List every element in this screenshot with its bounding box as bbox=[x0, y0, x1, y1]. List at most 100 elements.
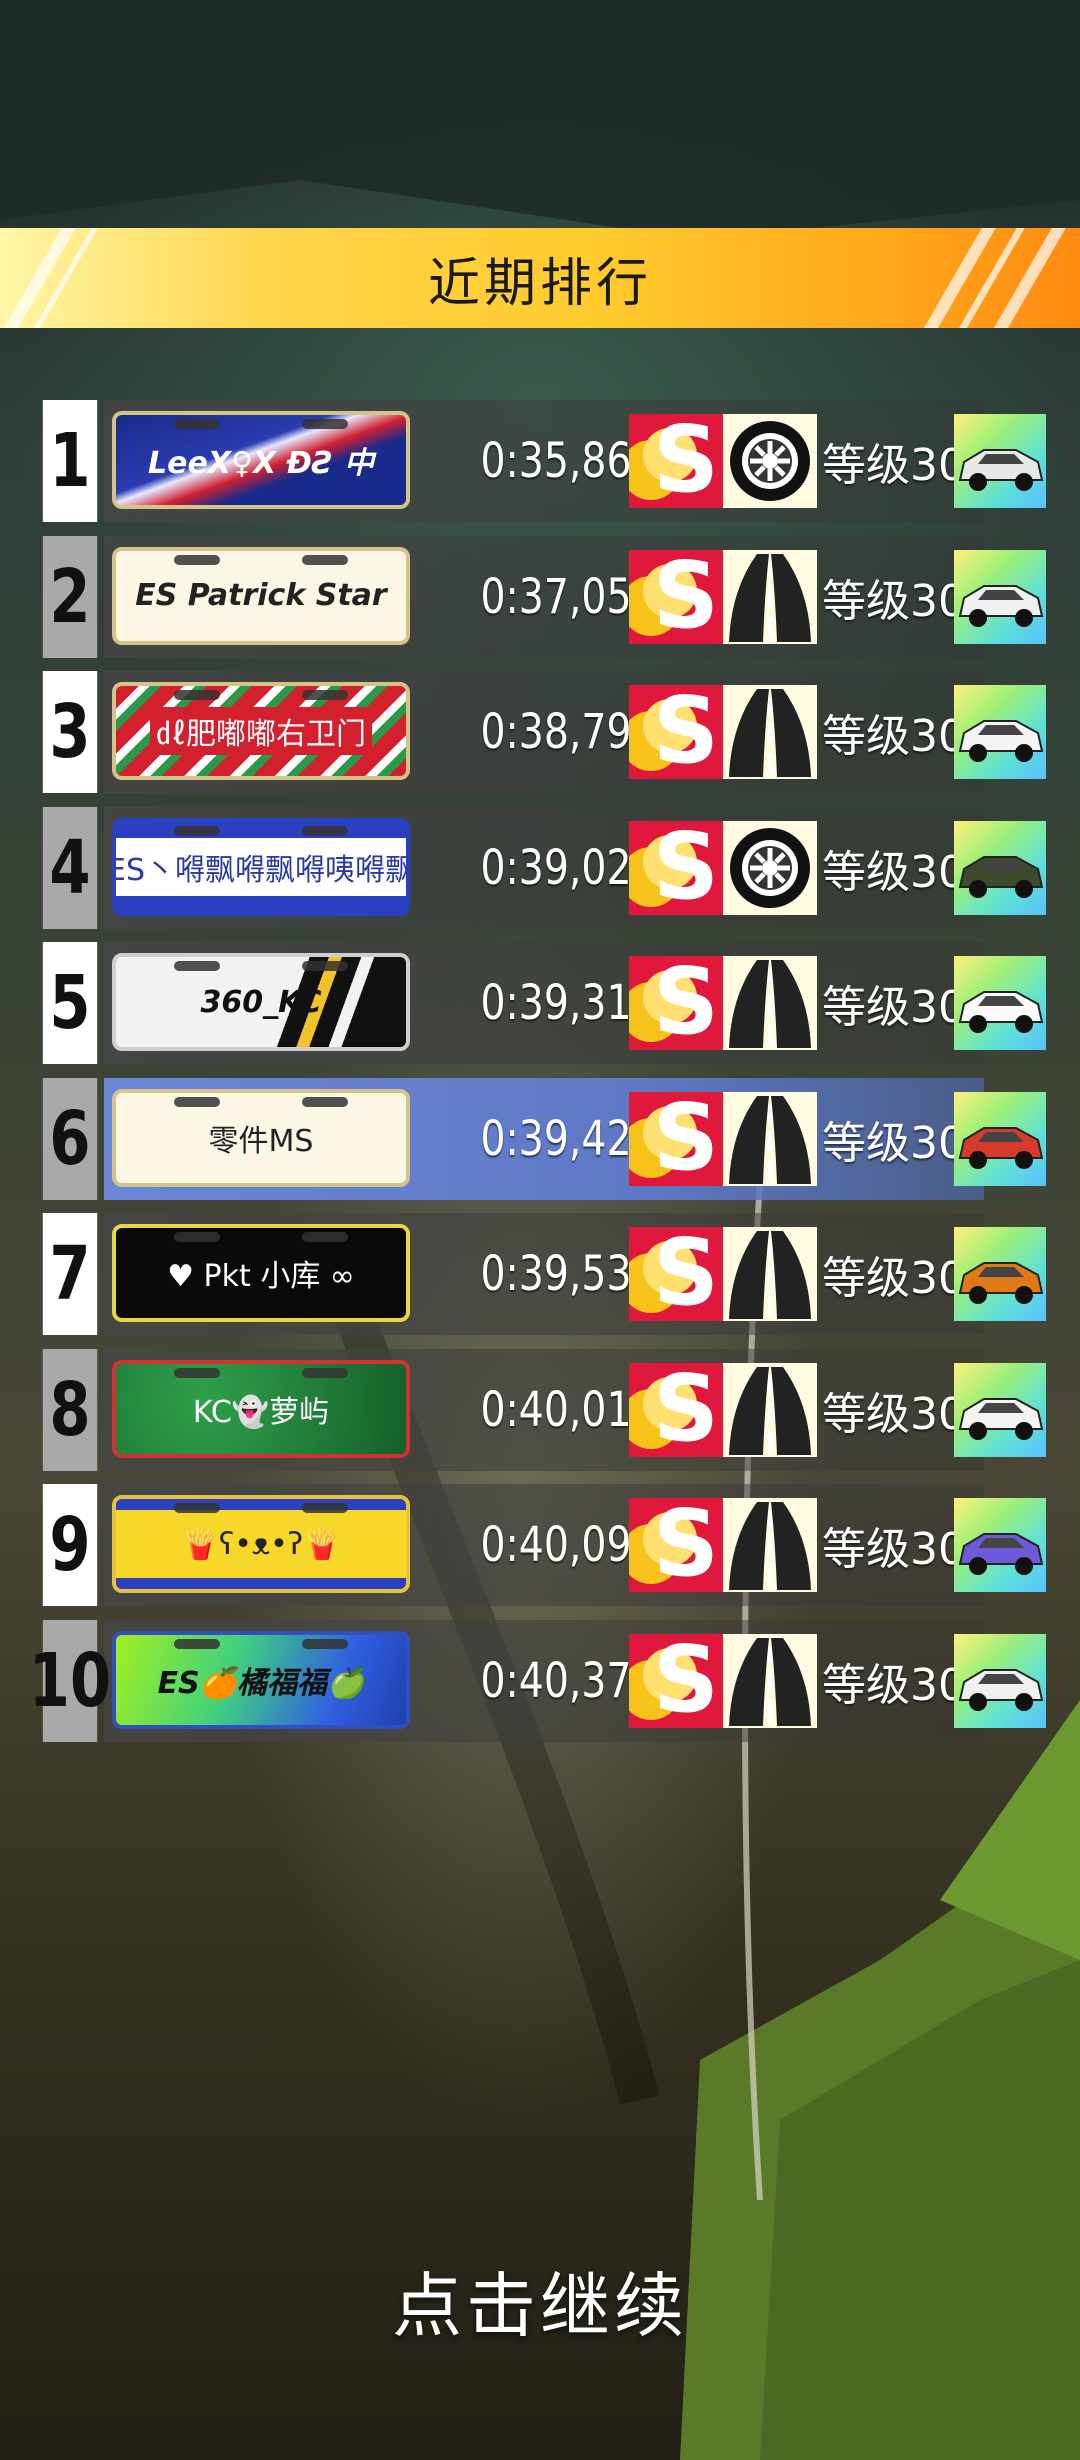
rank-number: 7 bbox=[42, 1213, 98, 1335]
plate-hole bbox=[174, 419, 220, 429]
license-plate: ES丶嘚飘嘚飘嘚咦嘚飘 bbox=[112, 817, 410, 916]
car-icon bbox=[954, 956, 1046, 1050]
lap-time: 0:40,01 bbox=[480, 1381, 632, 1438]
car-icon bbox=[954, 414, 1046, 508]
license-plate: ♥ Pkt 小库 ∞ bbox=[112, 1224, 410, 1322]
license-plate: 360_KC bbox=[112, 953, 410, 1051]
ss-rank-icon: S bbox=[629, 820, 723, 915]
road-icon bbox=[723, 956, 817, 1050]
plate-hole bbox=[302, 1367, 348, 1378]
car-icon bbox=[954, 1498, 1046, 1592]
road-icon bbox=[723, 685, 817, 779]
rank-number: 6 bbox=[42, 1077, 98, 1200]
player-name: 360_KC bbox=[200, 984, 322, 1020]
leaderboard-row[interactable]: 10 ES🍊橘福福🍏 0:40,37 S 等级30 bbox=[29, 1619, 1046, 1742]
ss-rank-icon: S bbox=[629, 549, 723, 644]
plate-hole bbox=[174, 1367, 220, 1378]
car-icon bbox=[954, 1362, 1046, 1457]
leaderboard-row[interactable]: 7 ♥ Pkt 小库 ∞ 0:39,53 S 等级30 bbox=[36, 1213, 1046, 1335]
road-icon bbox=[723, 1633, 817, 1728]
plate-hole bbox=[174, 554, 220, 565]
lap-time: 0:40,37 bbox=[480, 1652, 632, 1709]
plate-hole bbox=[302, 690, 348, 700]
player-name: LeeX♀X ƉƧ 中 bbox=[148, 446, 374, 481]
player-name: ES丶嘚飘嘚飘嘚咦嘚飘 bbox=[112, 852, 410, 888]
road-icon bbox=[723, 549, 817, 644]
player-name: KC👻萝屿 bbox=[192, 1394, 330, 1430]
license-plate: ES Patrick Star bbox=[112, 546, 410, 645]
plate-hole bbox=[174, 1232, 220, 1242]
license-plate: ㎗肥嘟嘟右卫门 bbox=[112, 682, 410, 780]
plate-hole bbox=[302, 1096, 348, 1107]
tire-icon bbox=[723, 820, 817, 915]
player-name: 零件MS bbox=[208, 1123, 314, 1159]
plate-hole bbox=[174, 1503, 220, 1513]
lap-time: 0:40,09 bbox=[480, 1517, 632, 1573]
plate-hole bbox=[302, 1232, 348, 1242]
rank-number: 4 bbox=[42, 806, 98, 929]
leaderboard-row[interactable]: 5 360_KC 0:39,31 S 等级30 bbox=[36, 942, 1046, 1064]
player-name: 🍟ʕ•ᴥ•ʔ🍟 bbox=[181, 1526, 341, 1562]
ss-rank-icon: S bbox=[629, 1091, 723, 1186]
license-plate: 零件MS bbox=[112, 1088, 410, 1187]
rank-number: 5 bbox=[42, 942, 98, 1064]
plate-hole bbox=[302, 961, 348, 971]
ss-rank-icon: S bbox=[629, 1227, 723, 1321]
lap-time: 0:37,05 bbox=[480, 568, 632, 625]
car-icon bbox=[954, 1227, 1046, 1321]
rank-number: 9 bbox=[42, 1484, 98, 1606]
plate-hole bbox=[302, 554, 348, 565]
lap-time: 0:35,86 bbox=[480, 433, 632, 489]
tap-to-continue[interactable]: 点击继续 bbox=[0, 2250, 1080, 2351]
ss-rank-icon: S bbox=[629, 414, 723, 508]
leaderboard-row[interactable]: 2 ES Patrick Star 0:37,05 S 等级30 bbox=[36, 535, 1046, 658]
plate-hole bbox=[302, 825, 348, 836]
leaderboard-row[interactable]: 6 零件MS 0:39,42 S 等级30 bbox=[36, 1077, 1046, 1200]
tire-icon bbox=[723, 414, 817, 508]
page-title: 近期排行 bbox=[427, 253, 652, 314]
license-plate: LeeX♀X ƉƧ 中 bbox=[112, 411, 410, 509]
ss-rank-icon: S bbox=[629, 1633, 723, 1728]
plate-hole bbox=[174, 961, 220, 971]
lap-time: 0:39,02 bbox=[480, 839, 632, 896]
leaderboard-row[interactable]: 1 LeeX♀X ƉƧ 中 0:35,86 S 等级30 bbox=[36, 400, 1046, 522]
lap-time: 0:39,31 bbox=[480, 975, 632, 1031]
ss-rank-icon: S bbox=[629, 1362, 723, 1457]
leaderboard-row[interactable]: 3 ㎗肥嘟嘟右卫门 0:38,79 S 等级30 bbox=[36, 671, 1046, 793]
road-icon bbox=[723, 1498, 817, 1592]
ss-rank-icon: S bbox=[629, 685, 723, 779]
player-name: ㎗肥嘟嘟右卫门 bbox=[150, 707, 372, 755]
rank-number: 1 bbox=[42, 400, 98, 522]
car-icon bbox=[954, 820, 1046, 915]
plate-hole bbox=[302, 419, 348, 429]
rank-number: 8 bbox=[42, 1348, 98, 1471]
car-icon bbox=[954, 1633, 1046, 1728]
lap-time: 0:39,42 bbox=[480, 1110, 632, 1167]
rank-number: 2 bbox=[42, 535, 98, 658]
plate-hole bbox=[174, 1096, 220, 1107]
license-plate: ES🍊橘福福🍏 bbox=[112, 1630, 410, 1729]
lap-time: 0:38,79 bbox=[480, 704, 632, 760]
leaderboard-row[interactable]: 8 KC👻萝屿 0:40,01 S 等级30 bbox=[36, 1348, 1046, 1471]
license-plate: KC👻萝屿 bbox=[112, 1359, 410, 1458]
lap-time: 0:39,53 bbox=[480, 1246, 632, 1302]
rank-number: 3 bbox=[42, 671, 98, 793]
license-plate: 🍟ʕ•ᴥ•ʔ🍟 bbox=[112, 1495, 410, 1593]
player-name: ♥ Pkt 小库 ∞ bbox=[167, 1259, 355, 1294]
car-icon bbox=[954, 1091, 1046, 1186]
car-icon bbox=[954, 549, 1046, 644]
plate-hole bbox=[174, 690, 220, 700]
leaderboard-row[interactable]: 9 🍟ʕ•ᴥ•ʔ🍟 0:40,09 S 等级30 bbox=[36, 1484, 1046, 1606]
player-name: ES🍊橘福福🍏 bbox=[157, 1665, 365, 1701]
road-icon bbox=[723, 1091, 817, 1186]
rank-number: 10 bbox=[29, 1619, 111, 1742]
ss-rank-icon: S bbox=[629, 956, 723, 1050]
car-icon bbox=[954, 685, 1046, 779]
road-icon bbox=[723, 1362, 817, 1457]
plate-hole bbox=[174, 825, 220, 836]
ss-rank-icon: S bbox=[629, 1498, 723, 1592]
leaderboard-title-bar: 近期排行 bbox=[0, 228, 1080, 328]
leaderboard-row[interactable]: 4 ES丶嘚飘嘚飘嘚咦嘚飘 0:39,02 S 等级30 bbox=[36, 806, 1046, 929]
plate-hole bbox=[302, 1503, 348, 1513]
player-name: ES Patrick Star bbox=[135, 578, 387, 613]
